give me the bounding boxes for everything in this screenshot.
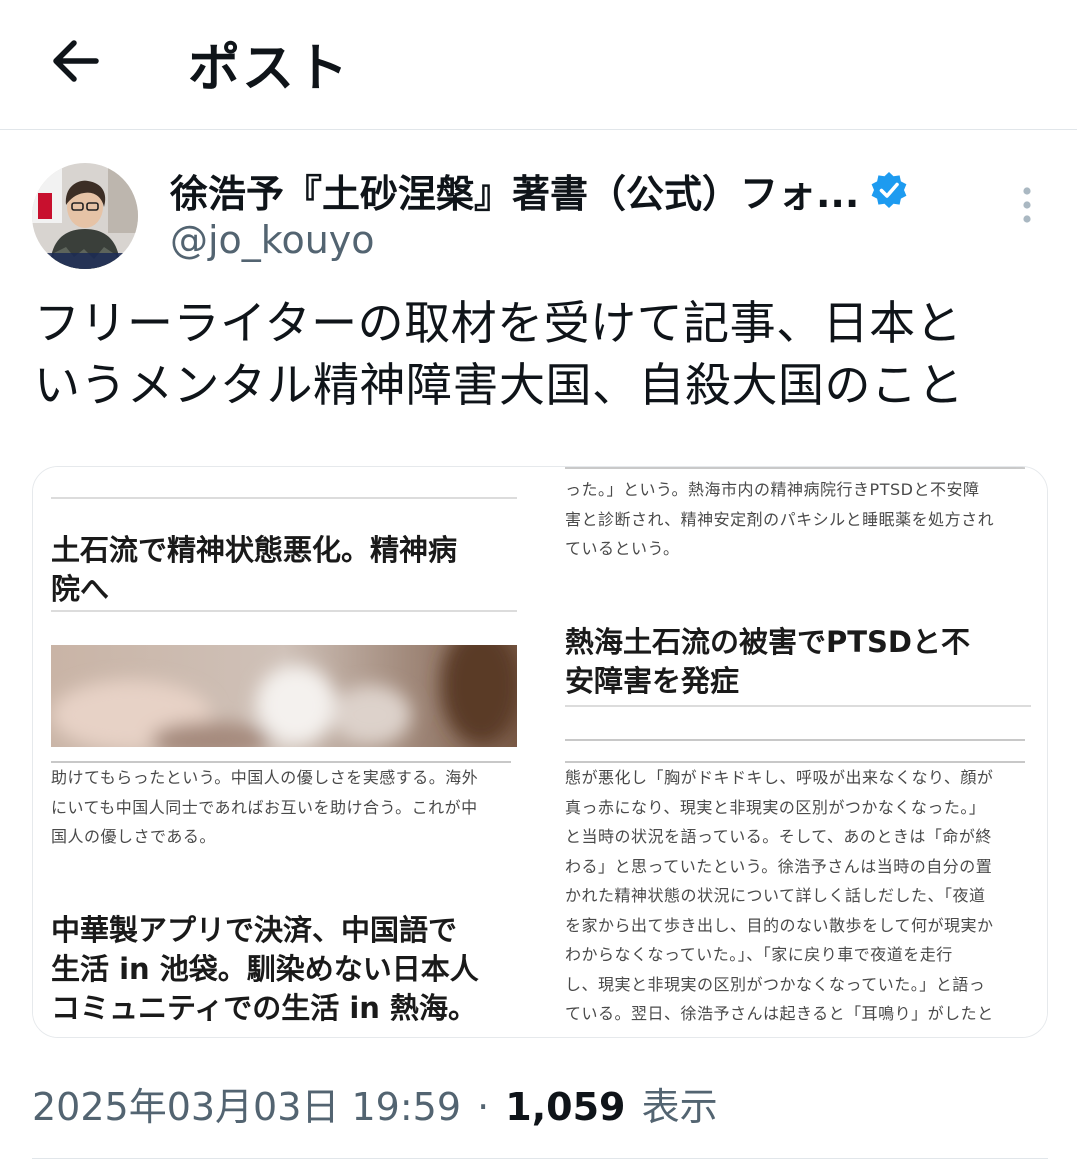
more-vertical-icon (1023, 187, 1031, 223)
divider (51, 610, 517, 612)
back-button[interactable] (42, 28, 108, 94)
divider (51, 497, 517, 499)
author-name-row[interactable]: 徐浩予『土砂涅槃』著書（公式）フォ... (170, 162, 909, 218)
cropped-text-row (565, 467, 1035, 471)
media-image-3[interactable]: 助けてもらったという。中国人の優しさを実感する。海外 にいても中国人同士であれば… (33, 759, 535, 1037)
divider (32, 1158, 1048, 1159)
page-title: ポスト (188, 39, 351, 99)
author-display-name[interactable]: 徐浩予『土砂涅槃』著書（公式）フォ... (170, 163, 859, 218)
article-body: 助けてもらったという。中国人の優しさを実感する。海外 にいても中国人同士であれば… (51, 768, 479, 846)
article-photo (51, 645, 517, 747)
media-image-4[interactable]: 態が悪化し「胸がドキドキし、呼吸が出来なくなり、顔が 真っ赤になり、現実と非現実… (547, 759, 1047, 1037)
timestamp-row: 2025年03月03日 19:59 · 1,059 表示 (32, 1076, 718, 1131)
media-grid: 土石流で精神状態悪化。精神病 院へ った。」という。熱海市内の精神病院行きPTS… (32, 466, 1048, 1038)
article-headline: 熱海土石流の被害でPTSDと不 安障害を発症 (565, 625, 970, 698)
article-body: 態が悪化し「胸がドキドキし、呼吸が出来なくなり、顔が 真っ赤になり、現実と非現実… (565, 768, 994, 1023)
article-headline: 土石流で精神状態悪化。精神病 院へ (51, 533, 458, 606)
verified-badge-icon (871, 172, 907, 208)
article-headline: 中華製アプリで決済、中国語で 生活 in 池袋。馴染めない日本人 コミュニティで… (51, 913, 479, 1025)
separator: · (477, 1085, 490, 1129)
media-image-2[interactable]: った。」という。熱海市内の精神病院行きPTSDと不安障 害と診断され、精神安定剤… (547, 467, 1047, 747)
author-handle[interactable]: @jo_kouyo (170, 218, 375, 262)
timestamp[interactable]: 2025年03月03日 19:59 (32, 1085, 461, 1129)
top-bar: ポスト (0, 0, 1077, 130)
views-count: 1,059 (505, 1085, 626, 1129)
arrow-left-icon (53, 40, 99, 82)
more-options-button[interactable] (1010, 184, 1044, 226)
views-label: 表示 (641, 1085, 718, 1129)
tweet-text-line: フリーライターの取材を受けて記事、日本と (34, 296, 963, 350)
tweet-text: フリーライターの取材を受けて記事、日本と いうメンタル精神障害大国、自殺大国のこ… (34, 292, 1044, 416)
avatar[interactable] (32, 163, 138, 269)
media-image-1[interactable]: 土石流で精神状態悪化。精神病 院へ (33, 467, 535, 747)
cropped-text-row (565, 739, 1025, 741)
divider (565, 705, 1031, 707)
tweet-text-line: いうメンタル精神障害大国、自殺大国のこと (34, 358, 964, 412)
article-body: った。」という。熱海市内の精神病院行きPTSDと不安障 害と診断され、精神安定剤… (565, 480, 995, 558)
